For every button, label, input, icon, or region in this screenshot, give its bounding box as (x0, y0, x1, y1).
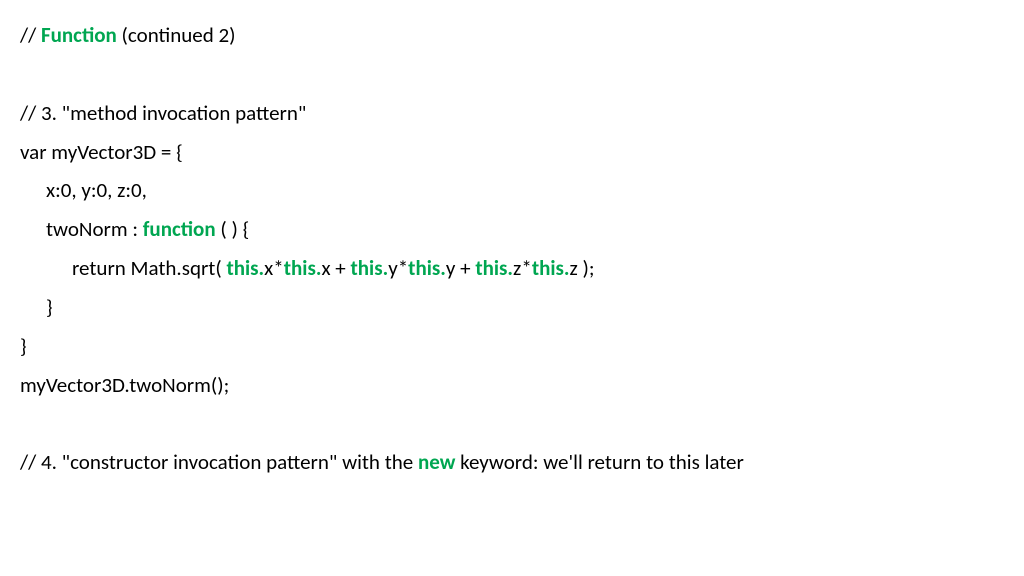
blank-line (20, 55, 1004, 94)
code-text: x* (264, 255, 284, 281)
code-text: x + (321, 255, 350, 281)
comment-text: keyword: we'll return to this later (455, 449, 743, 475)
keyword-this: this. (284, 255, 322, 281)
comment-text: // 4. "constructor invocation pattern" w… (20, 449, 418, 475)
comment-suffix: (continued 2) (117, 22, 236, 48)
code-text: y + (446, 255, 475, 281)
line-9: myVector3D.twoNorm(); (20, 366, 1004, 405)
keyword-this: this. (351, 255, 389, 281)
line-5: twoNorm : function ( ) { (20, 210, 1004, 249)
blank-line (20, 404, 1004, 443)
keyword-new: new (418, 449, 455, 475)
keyword-this: this. (408, 255, 446, 281)
code-text: myVector3D.twoNorm(); (20, 372, 229, 398)
line-8: } (20, 327, 1004, 366)
code-text: z* (513, 255, 532, 281)
line-6: return Math.sqrt( this.x*this.x + this.y… (20, 249, 1004, 288)
code-text: } (46, 294, 53, 320)
keyword-this: this. (226, 255, 264, 281)
code-text: ( ) { (216, 216, 250, 242)
line-2: // 3. "method invocation pattern" (20, 94, 1004, 133)
code-text: x:0, y:0, z:0, (46, 177, 147, 203)
code-text: var myVector3D = { (20, 139, 183, 165)
line-10: // 4. "constructor invocation pattern" w… (20, 443, 1004, 482)
code-text: twoNorm : (46, 216, 143, 242)
line-7: } (20, 288, 1004, 327)
comment-text: // 3. "method invocation pattern" (20, 100, 306, 126)
keyword-function: Function (41, 22, 117, 48)
line-4: x:0, y:0, z:0, (20, 171, 1004, 210)
comment-prefix: // (20, 22, 41, 48)
keyword-this: this. (532, 255, 570, 281)
code-text: } (20, 333, 27, 359)
code-text: return Math.sqrt( (72, 255, 226, 281)
line-3: var myVector3D = { (20, 133, 1004, 172)
keyword-this: this. (475, 255, 513, 281)
code-text: y* (388, 255, 408, 281)
keyword-function: function (143, 216, 216, 242)
code-block: // Function (continued 2) // 3. "method … (20, 16, 1004, 482)
code-text: z ); (570, 255, 595, 281)
line-1: // Function (continued 2) (20, 16, 1004, 55)
